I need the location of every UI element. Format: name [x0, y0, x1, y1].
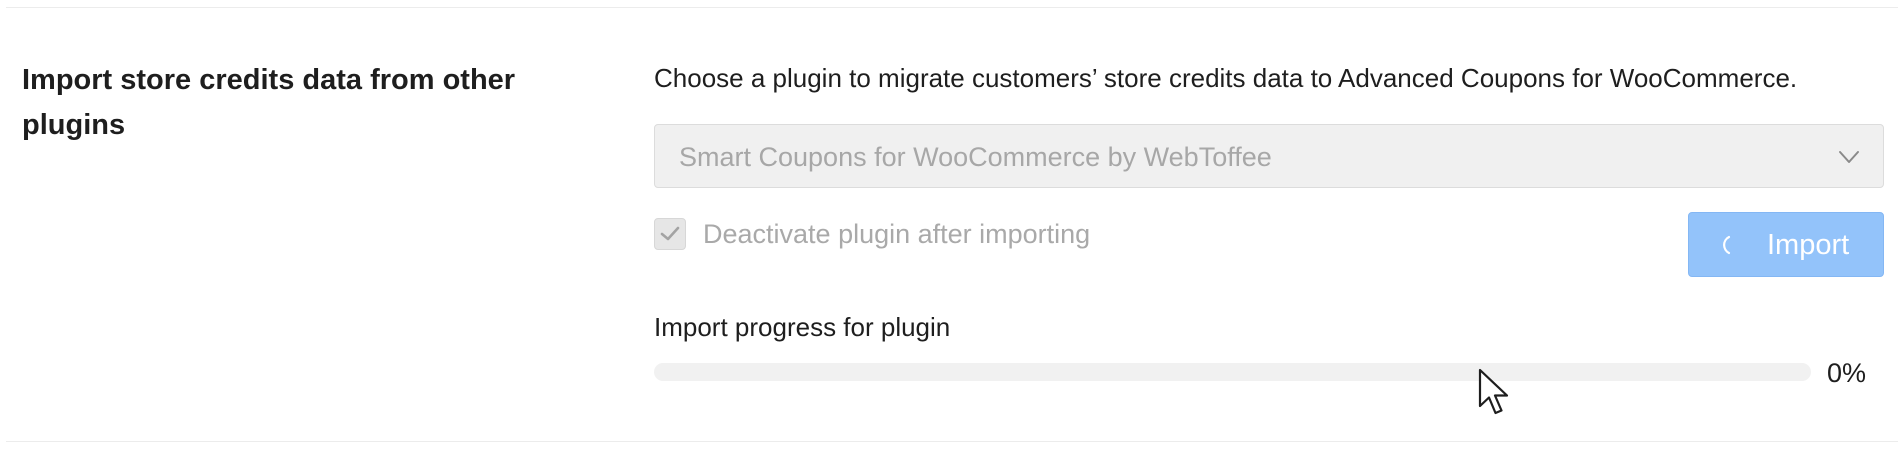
deactivate-plugin-checkbox[interactable]: [654, 218, 686, 250]
section-title: Import store credits data from other plu…: [22, 64, 516, 141]
mouse-pointer-icon: [1478, 368, 1510, 416]
progress-label: Import progress for plugin: [654, 312, 951, 342]
progress-bar: [654, 363, 1811, 381]
import-button-label: Import: [1767, 229, 1850, 261]
checkmark-icon: [660, 226, 680, 241]
plugin-select[interactable]: Smart Coupons for WooCommerce by WebToff…: [654, 124, 1884, 188]
bottom-divider: [6, 441, 1898, 442]
spinner-icon: [1719, 233, 1743, 257]
chevron-down-icon: [1837, 145, 1861, 169]
import-button[interactable]: Import: [1688, 212, 1884, 277]
plugin-select-value: Smart Coupons for WooCommerce by WebToff…: [679, 142, 1272, 172]
section-description: Choose a plugin to migrate customers’ st…: [654, 63, 1798, 93]
progress-percent: 0%: [1827, 358, 1867, 388]
deactivate-plugin-label[interactable]: Deactivate plugin after importing: [703, 217, 1090, 251]
top-divider: [6, 7, 1898, 8]
